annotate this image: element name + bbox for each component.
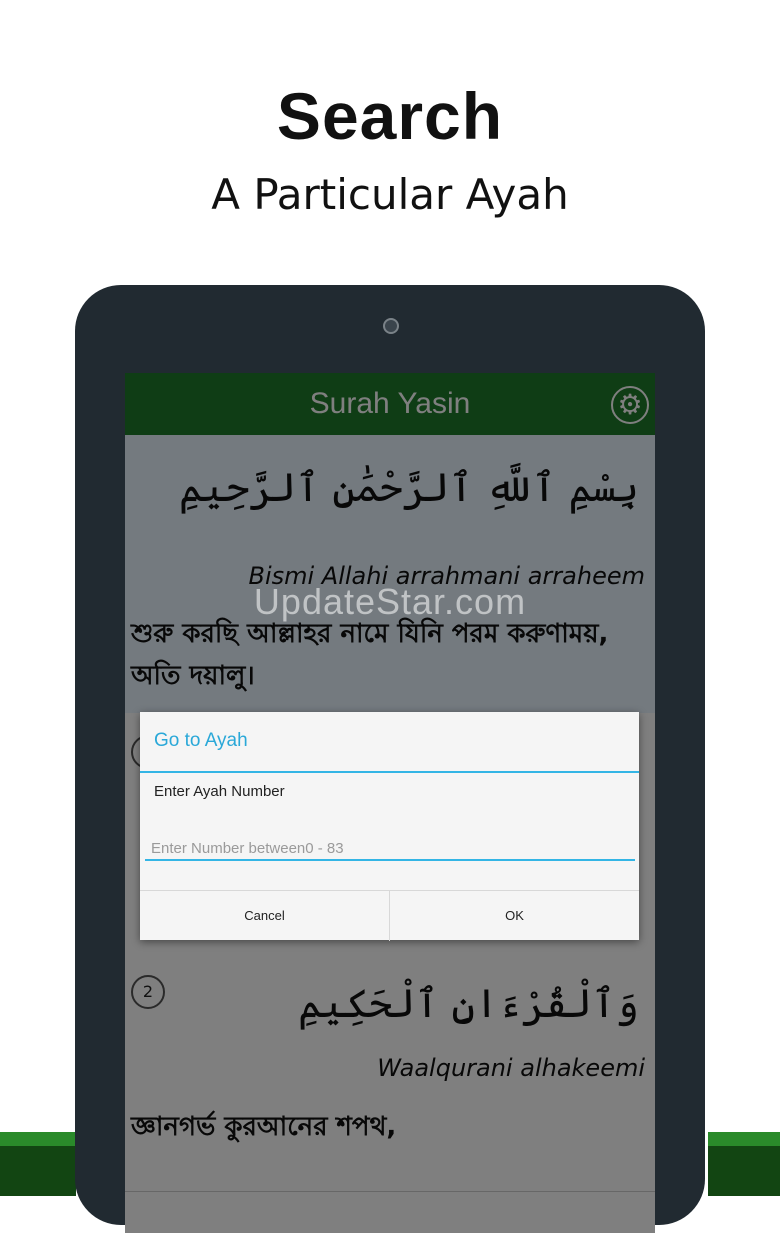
dialog-message: Enter Ayah Number — [154, 783, 285, 800]
camera-dot — [383, 318, 399, 334]
dialog-title-divider — [140, 771, 639, 773]
app-screen: Surah Yasin ⚙ بِسْمِ ٱللَّهِ ٱلرَّحْمَٰن… — [125, 373, 655, 1233]
dialog-title: Go to Ayah — [154, 730, 248, 751]
cancel-button[interactable]: Cancel — [140, 891, 389, 941]
green-banner-right — [708, 1132, 780, 1196]
watermark-text: UpdateStar.com — [253, 581, 527, 622]
dialog-button-row: Cancel OK — [140, 890, 639, 941]
promo-subheadline: A Particular Ayah — [211, 170, 569, 219]
ayah-number-input[interactable] — [145, 837, 635, 861]
ok-button[interactable]: OK — [389, 891, 639, 941]
promo-headline: Search — [276, 79, 504, 153]
green-banner-left — [0, 1132, 76, 1196]
go-to-ayah-dialog: Go to Ayah Enter Ayah Number Cancel OK — [140, 712, 639, 941]
tablet-frame: Surah Yasin ⚙ بِسْمِ ٱللَّهِ ٱلرَّحْمَٰن… — [75, 285, 705, 1233]
